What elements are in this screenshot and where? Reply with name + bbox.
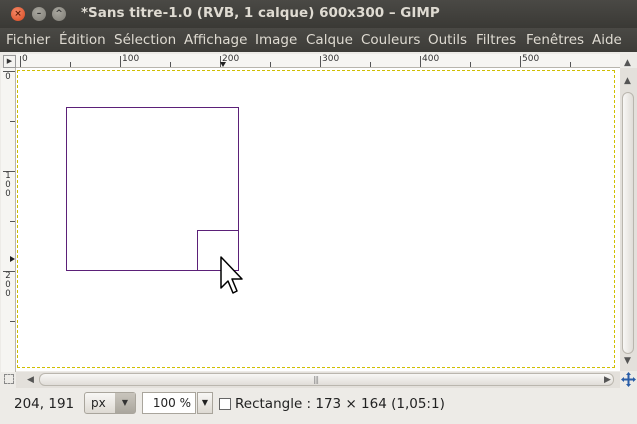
ruler-label-200: 200 <box>222 54 240 64</box>
ruler-label-300: 300 <box>322 54 340 64</box>
menu-calque[interactable]: Calque <box>306 32 353 48</box>
menu-couleurs[interactable]: Couleurs <box>361 32 420 48</box>
menu-image[interactable]: Image <box>255 32 297 48</box>
pointer-coordinates: 204, 191 <box>14 396 75 412</box>
vruler-label-0: 0 <box>5 72 11 82</box>
menu-fenetres[interactable]: Fenêtres <box>526 32 584 48</box>
scroll-right-icon[interactable]: ▶ <box>604 375 611 385</box>
ruler-label-500: 500 <box>522 54 540 64</box>
status-message: Rectangle : 173 × 164 (1,05:1) <box>235 396 445 412</box>
menu-filtres[interactable]: Filtres <box>476 32 516 48</box>
menu-affichage[interactable]: Affichage <box>184 32 247 48</box>
menu-edition[interactable]: Édition <box>59 32 106 48</box>
ruler-label-0: 0 <box>22 54 28 64</box>
menu-fichier[interactable]: Fichier <box>6 32 50 48</box>
horizontal-ruler: 0 100 200 300 400 500 <box>16 54 620 68</box>
maximize-window-button[interactable]: ^ <box>52 7 66 21</box>
horizontal-scroll-thumb[interactable] <box>39 373 614 386</box>
scroll-up-arrow-icon[interactable]: ▲ <box>624 76 631 86</box>
menu-selection[interactable]: Sélection <box>114 32 176 48</box>
minimize-window-button[interactable]: – <box>32 7 46 21</box>
unit-value: px <box>91 396 106 410</box>
vruler-label-200: 2 0 0 <box>5 271 11 299</box>
unit-selector[interactable]: px ▼ <box>84 392 136 414</box>
zoom-input[interactable]: 100 % <box>142 392 196 414</box>
navigate-icon[interactable] <box>621 372 636 387</box>
scroll-down-icon[interactable]: ▼ <box>624 356 631 366</box>
quick-mask-menu-icon[interactable]: ▶ <box>3 55 16 68</box>
zoom-dropdown-icon[interactable]: ▼ <box>197 392 213 414</box>
menu-bar: Fichier Édition Sélection Affichage Imag… <box>0 28 637 52</box>
menu-aide[interactable]: Aide <box>592 32 622 48</box>
scroll-left-icon[interactable]: ◀ <box>27 375 34 385</box>
scroll-up-icon[interactable]: ▲ <box>624 58 631 68</box>
rectangle-select-icon <box>219 398 231 410</box>
scroll-grip-icon: ||| <box>313 375 319 384</box>
menu-outils[interactable]: Outils <box>428 32 467 48</box>
vruler-label-100: 1 0 0 <box>5 171 11 199</box>
vertical-ruler: 0 1 0 0 2 0 0 <box>1 68 16 372</box>
zoom-to-window-icon[interactable] <box>4 374 14 384</box>
title-bar: × – ^ *Sans titre-1.0 (RVB, 1 calque) 60… <box>0 0 637 28</box>
ruler-label-100: 100 <box>122 54 140 64</box>
vertical-scroll-thumb[interactable] <box>622 92 634 354</box>
mouse-cursor-icon <box>220 256 243 294</box>
close-window-button[interactable]: × <box>11 7 25 21</box>
ruler-label-400: 400 <box>422 54 440 64</box>
window-title: *Sans titre-1.0 (RVB, 1 calque) 600x300 … <box>81 5 440 21</box>
chevron-down-icon[interactable]: ▼ <box>115 393 135 413</box>
